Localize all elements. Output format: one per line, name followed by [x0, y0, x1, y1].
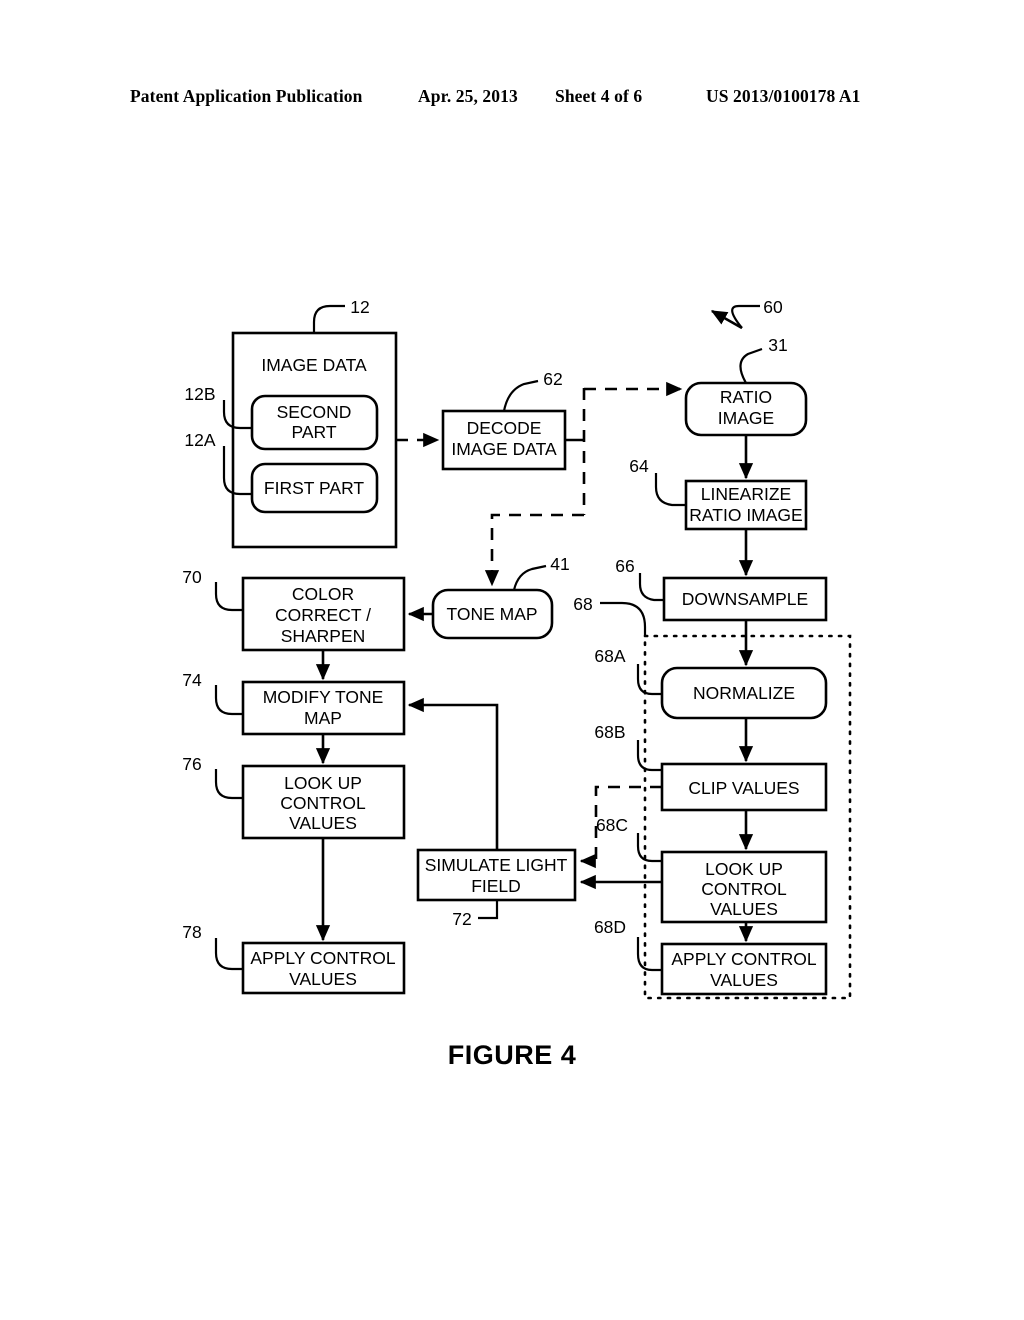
leader-68d	[636, 937, 662, 972]
leader-76	[214, 769, 243, 800]
ref-label-12a: 12A	[184, 430, 215, 450]
ref-label-74: 74	[182, 670, 202, 690]
node-color-correct-label-line2: CORRECT /	[275, 605, 371, 625]
leader-64	[654, 473, 686, 507]
leader-70	[214, 582, 243, 612]
node-apply-right-label-line2: VALUES	[710, 970, 778, 990]
node-lookup-left-label-line1: LOOK UP	[284, 773, 362, 793]
ref-label-60: 60	[763, 297, 783, 317]
ref-label-72: 72	[452, 909, 471, 929]
leader-78	[214, 938, 243, 971]
node-color-correct-label-line3: SHARPEN	[281, 626, 366, 646]
ref-label-12b: 12B	[184, 384, 215, 404]
overall-ref-arrow-60	[710, 309, 743, 330]
node-linearize-label-line2: RATIO IMAGE	[689, 505, 802, 525]
ref-label-68a: 68A	[594, 646, 625, 666]
node-image-data-label: IMAGE DATA	[261, 355, 367, 375]
node-normalize-label: NORMALIZE	[693, 683, 795, 703]
node-lookup-left-label-line3: VALUES	[289, 813, 357, 833]
edge-decode-to-tone-map	[484, 513, 584, 587]
leader-68c	[636, 833, 662, 863]
ref-label-62: 62	[543, 369, 562, 389]
node-lookup-right-label-line3: VALUES	[710, 899, 778, 919]
leader-12	[312, 304, 345, 333]
ref-label-68: 68	[573, 594, 592, 614]
leader-72	[478, 900, 499, 920]
patent-figure-page: Patent Application Publication Apr. 25, …	[0, 0, 1024, 1320]
node-simulate-label-line1: SIMULATE LIGHT	[425, 855, 568, 875]
node-second-part-label-line1: SECOND	[277, 402, 352, 422]
leader-74	[214, 685, 243, 716]
node-ratio-image-label-line1: RATIO	[720, 387, 772, 407]
node-modify-label-line1: MODIFY TONE	[263, 687, 384, 707]
leader-31	[739, 347, 763, 384]
leader-62	[502, 379, 539, 412]
ref-label-68c: 68C	[596, 815, 628, 835]
figure-caption: FIGURE 4	[447, 1040, 577, 1070]
node-first-part-label: FIRST PART	[264, 478, 364, 498]
ref-label-78: 78	[182, 922, 201, 942]
ref-label-66: 66	[615, 556, 634, 576]
node-decode-label-line2: IMAGE DATA	[451, 439, 557, 459]
node-modify-label-line2: MAP	[304, 708, 342, 728]
ref-label-76: 76	[182, 754, 201, 774]
ref-label-31: 31	[768, 335, 787, 355]
figure-4-flowchart: 68 60 IMAGE DATA 12 SECOND PART 12B FIRS…	[182, 297, 852, 1000]
node-color-correct-label-line1: COLOR	[292, 584, 354, 604]
node-lookup-right-label-line1: LOOK UP	[705, 859, 783, 879]
ref-label-70: 70	[182, 567, 202, 587]
node-downsample-label: DOWNSAMPLE	[682, 589, 808, 609]
ref-label-12: 12	[350, 297, 369, 317]
node-apply-left-label-line1: APPLY CONTROL	[250, 948, 395, 968]
leader-68b	[636, 740, 662, 772]
node-tone-map-label: TONE MAP	[446, 604, 537, 624]
node-lookup-right-label-line2: CONTROL	[701, 879, 787, 899]
leader-68	[600, 601, 647, 636]
leader-41	[512, 564, 547, 591]
node-second-part-label-line2: PART	[291, 422, 336, 442]
leader-68a	[636, 664, 662, 696]
ref-label-64: 64	[629, 456, 649, 476]
ref-label-68b: 68B	[594, 722, 625, 742]
node-ratio-image-label-line2: IMAGE	[718, 408, 774, 428]
ref-label-41: 41	[550, 554, 569, 574]
ref-label-68d: 68D	[594, 917, 626, 937]
node-linearize-label-line1: LINEARIZE	[701, 484, 791, 504]
node-clip-values-label: CLIP VALUES	[688, 778, 799, 798]
node-apply-left-label-line2: VALUES	[289, 969, 357, 989]
leader-66	[638, 573, 664, 602]
node-lookup-left-label-line2: CONTROL	[280, 793, 366, 813]
node-simulate-label-line2: FIELD	[471, 876, 521, 896]
node-apply-right-label-line1: APPLY CONTROL	[671, 949, 816, 969]
node-decode-label-line1: DECODE	[467, 418, 542, 438]
